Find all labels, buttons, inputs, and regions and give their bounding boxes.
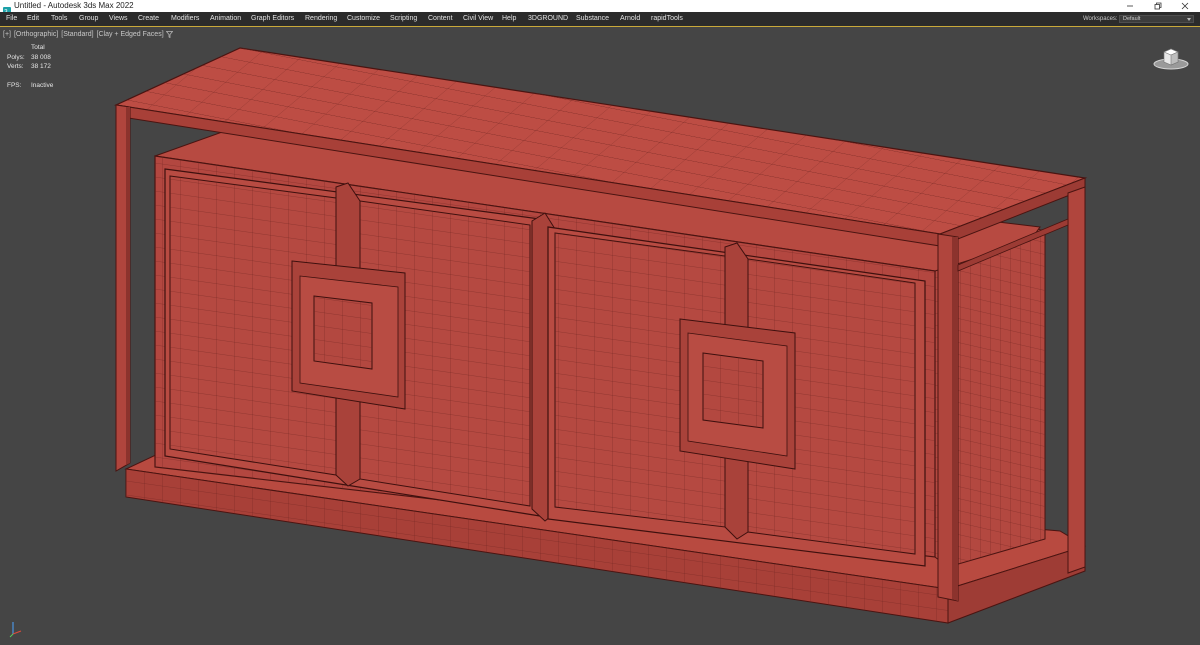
- menu-create[interactable]: Create: [138, 12, 159, 26]
- viewport-menu-plus[interactable]: [+]: [3, 31, 11, 38]
- menu-substance[interactable]: Substance: [576, 12, 609, 26]
- perspective-viewport[interactable]: [+] [Orthographic] [Standard] [Clay + Ed…: [0, 26, 1200, 645]
- minimize-icon: [1127, 5, 1133, 7]
- axis-tripod-icon: [9, 622, 22, 638]
- window-title: Untitled - Autodesk 3ds Max 2022: [14, 1, 134, 10]
- menu-scripting[interactable]: Scripting: [390, 12, 417, 26]
- verts-value: 38 172: [31, 63, 51, 70]
- viewcube-home-icon[interactable]: [1152, 44, 1192, 72]
- viewport-display-mode[interactable]: [Clay + Edged Faces]: [97, 31, 164, 38]
- stats-header: Total: [31, 44, 45, 51]
- menu-arnold[interactable]: Arnold: [620, 12, 640, 26]
- menu-rapidtools[interactable]: rapidTools: [651, 12, 683, 26]
- menu-modifiers[interactable]: Modifiers: [171, 12, 199, 26]
- fps-label: FPS:: [7, 82, 22, 89]
- workspaces-value: Default: [1123, 16, 1141, 22]
- menu-customize[interactable]: Customize: [347, 12, 380, 26]
- menu-tools[interactable]: Tools: [51, 12, 67, 26]
- viewport-shading-standard[interactable]: [Standard]: [61, 31, 93, 38]
- menu-3dground[interactable]: 3DGROUND: [528, 12, 568, 26]
- menu-views[interactable]: Views: [109, 12, 128, 26]
- menu-content[interactable]: Content: [428, 12, 453, 26]
- statistics-overlay: Total Polys: 38 008 Verts: 38 172 FPS: Inac…: [7, 43, 77, 91]
- workspaces-label: Workspaces:: [1083, 16, 1118, 22]
- fps-value: Inactive: [31, 82, 54, 89]
- restore-icon: [1154, 2, 1162, 10]
- sideboard-model: [113, 47, 1088, 624]
- chevron-down-icon: [1187, 18, 1191, 21]
- menu-graph-editors[interactable]: Graph Editors: [251, 12, 294, 26]
- viewport-label[interactable]: [+] [Orthographic] [Standard] [Clay + Ed…: [3, 30, 165, 39]
- menu-bar: File Edit Tools Group Views Create Modif…: [0, 12, 1200, 26]
- menu-animation[interactable]: Animation: [210, 12, 241, 26]
- filter-icon[interactable]: [166, 31, 173, 38]
- close-button[interactable]: [1170, 0, 1200, 12]
- minimize-button[interactable]: [1115, 0, 1145, 12]
- menu-help[interactable]: Help: [502, 12, 516, 26]
- verts-label: Verts:: [7, 63, 24, 70]
- viewport-point-of-view[interactable]: [Orthographic]: [14, 31, 58, 38]
- menu-group[interactable]: Group: [79, 12, 98, 26]
- menu-civil-view[interactable]: Civil View: [463, 12, 493, 26]
- menu-edit[interactable]: Edit: [27, 12, 39, 26]
- menu-rendering[interactable]: Rendering: [305, 12, 337, 26]
- workspaces-dropdown[interactable]: Default: [1119, 15, 1194, 23]
- polys-value: 38 008: [31, 53, 51, 61]
- 3ds-max-icon: 3: [3, 2, 11, 16]
- title-bar: 3 Untitled - Autodesk 3ds Max 2022: [0, 0, 1200, 16]
- restore-button[interactable]: [1143, 0, 1173, 12]
- menu-file[interactable]: File: [6, 12, 17, 26]
- polys-label: Polys:: [7, 53, 25, 61]
- close-icon: [1181, 2, 1189, 10]
